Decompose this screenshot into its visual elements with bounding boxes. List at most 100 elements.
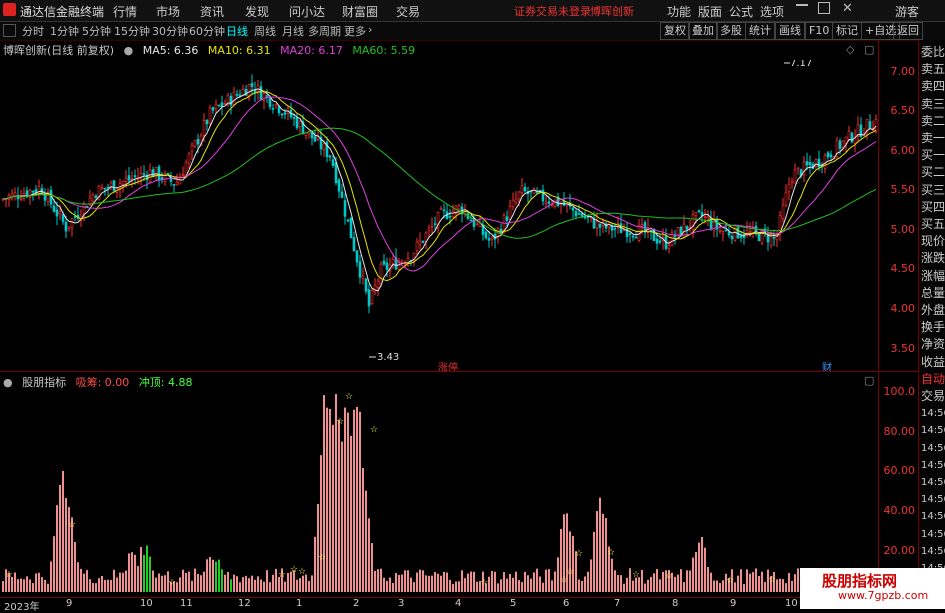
menu-market[interactable]: 市场 bbox=[156, 3, 180, 20]
indicator-bar bbox=[620, 575, 622, 592]
ind-settings-icon[interactable]: ● bbox=[3, 376, 13, 389]
period-more[interactable]: 更多 bbox=[344, 23, 366, 39]
btn-draw[interactable]: 画线 bbox=[775, 22, 805, 40]
ma10-label: MA10: 6.31 bbox=[207, 44, 271, 57]
period-daily[interactable]: 日线 bbox=[226, 23, 248, 39]
candle bbox=[232, 91, 236, 105]
candle bbox=[841, 140, 845, 148]
candle bbox=[658, 240, 662, 243]
indicator-bar bbox=[659, 579, 661, 592]
menu-options[interactable]: 选项 bbox=[760, 3, 784, 20]
period-60min[interactable]: 60分钟 bbox=[189, 23, 225, 39]
candle bbox=[265, 95, 269, 97]
period-tick[interactable]: 分时 bbox=[22, 23, 44, 39]
candle bbox=[457, 205, 461, 210]
diamond-icon[interactable]: ◇ bbox=[846, 43, 854, 56]
indicator-bar bbox=[557, 557, 559, 592]
candle bbox=[634, 237, 638, 239]
period-weekly[interactable]: 周线 bbox=[254, 23, 276, 39]
indicator-chart[interactable]: ☆☆☆☆ ☆ ☆☆☆☆☆☆ ☆☆☆ ☆☆ ☆ ☆ ☆ bbox=[0, 392, 878, 594]
signal-star-icon: ☆ bbox=[566, 567, 574, 577]
period-30min[interactable]: 30分钟 bbox=[152, 23, 188, 39]
candle bbox=[418, 240, 422, 245]
ind-expand-icon[interactable]: ▢ bbox=[864, 374, 874, 387]
minimize-icon[interactable] bbox=[796, 4, 808, 6]
btn-stats[interactable]: 统计 bbox=[745, 22, 775, 40]
indicator-bar bbox=[101, 575, 103, 592]
x-label: 2 bbox=[353, 598, 360, 609]
guest-label[interactable]: 游客 bbox=[895, 3, 919, 20]
panel-toggle-icon[interactable] bbox=[3, 24, 16, 37]
expand-icon[interactable]: ▢ bbox=[864, 43, 874, 56]
menu-formula[interactable]: 公式 bbox=[729, 3, 753, 20]
chevron-right-icon[interactable]: › bbox=[368, 23, 372, 36]
indicator-name[interactable]: 股朋指标 bbox=[22, 376, 66, 389]
candle bbox=[295, 117, 299, 129]
indicator-bar bbox=[500, 579, 502, 592]
menu-news[interactable]: 资讯 bbox=[200, 3, 224, 20]
candle bbox=[676, 227, 680, 236]
indicator-bar bbox=[446, 572, 448, 592]
price-legend: 博晖创新(日线 前复权) ● MA5: 6.36 MA10: 6.31 MA20… bbox=[3, 42, 421, 58]
indicator-bar bbox=[656, 569, 658, 592]
candle bbox=[340, 191, 344, 198]
price-tick: 4.00 bbox=[890, 302, 916, 315]
btn-overlay[interactable]: 叠加 bbox=[688, 22, 718, 40]
candle bbox=[229, 95, 233, 106]
indicator-bar bbox=[137, 566, 139, 592]
btn-mark[interactable]: 标记 bbox=[832, 22, 862, 40]
maximize-icon[interactable] bbox=[818, 2, 830, 14]
indicator-bar bbox=[233, 574, 235, 592]
candle bbox=[838, 140, 842, 149]
indicator-bar bbox=[737, 575, 739, 592]
indicator-bar bbox=[275, 568, 277, 592]
signal-star-icon: ☆ bbox=[665, 571, 673, 581]
indicator-bar bbox=[470, 571, 472, 592]
btn-multi-stock[interactable]: 多股 bbox=[716, 22, 746, 40]
btn-back[interactable]: 返回 bbox=[893, 22, 923, 40]
watermark-title: 股朋指标网 bbox=[822, 572, 898, 590]
watermark: 股朋指标网 www.7gpzb.com bbox=[800, 568, 945, 609]
candle bbox=[343, 200, 347, 217]
candle bbox=[280, 113, 284, 116]
indicator-bar bbox=[143, 554, 145, 592]
period-monthly[interactable]: 月线 bbox=[282, 23, 304, 39]
indicator-bar bbox=[473, 571, 475, 592]
broker-status[interactable]: 证券交易未登录 bbox=[514, 3, 591, 19]
candle bbox=[64, 221, 68, 232]
settings-dot-icon[interactable]: ● bbox=[124, 44, 134, 57]
btn-adjust[interactable]: 复权 bbox=[660, 22, 690, 40]
menu-ask[interactable]: 问小达 bbox=[289, 3, 325, 20]
menu-trade[interactable]: 交易 bbox=[396, 3, 420, 20]
indicator-bar bbox=[56, 505, 58, 592]
period-5min[interactable]: 5分钟 bbox=[82, 23, 111, 39]
menu-wealth[interactable]: 财富圈 bbox=[342, 3, 378, 20]
candle bbox=[439, 208, 443, 210]
indicator-bar bbox=[410, 577, 412, 592]
indicator-bar bbox=[239, 582, 241, 592]
menu-function[interactable]: 功能 bbox=[667, 3, 691, 20]
candle bbox=[277, 106, 281, 114]
menu-layout[interactable]: 版面 bbox=[698, 3, 722, 20]
close-icon[interactable]: ✕ bbox=[842, 1, 853, 16]
quote-field: 收益 bbox=[921, 354, 945, 369]
indicator-bar bbox=[761, 571, 763, 592]
menu-hq[interactable]: 行情 bbox=[113, 3, 137, 20]
indicator-bar bbox=[176, 582, 178, 592]
indicator-bar bbox=[698, 542, 700, 592]
indicator-bar bbox=[758, 576, 760, 592]
x-label: 8 bbox=[672, 598, 679, 609]
indicator-bar bbox=[413, 582, 415, 592]
low-marker: 3.43 bbox=[377, 352, 399, 363]
indicator-bar bbox=[533, 572, 535, 592]
quote-field: 14:56 bbox=[921, 528, 945, 540]
indicator-bar bbox=[266, 570, 268, 592]
btn-f10[interactable]: F10 bbox=[805, 22, 834, 40]
period-1min[interactable]: 1分钟 bbox=[50, 23, 79, 39]
indicator-bar bbox=[95, 583, 97, 592]
period-15min[interactable]: 15分钟 bbox=[114, 23, 150, 39]
period-multi[interactable]: 多周期 bbox=[308, 23, 341, 39]
candle bbox=[874, 118, 878, 132]
price-chart[interactable]: 7.17 3.43 bbox=[0, 60, 878, 370]
menu-discover[interactable]: 发现 bbox=[245, 3, 269, 20]
